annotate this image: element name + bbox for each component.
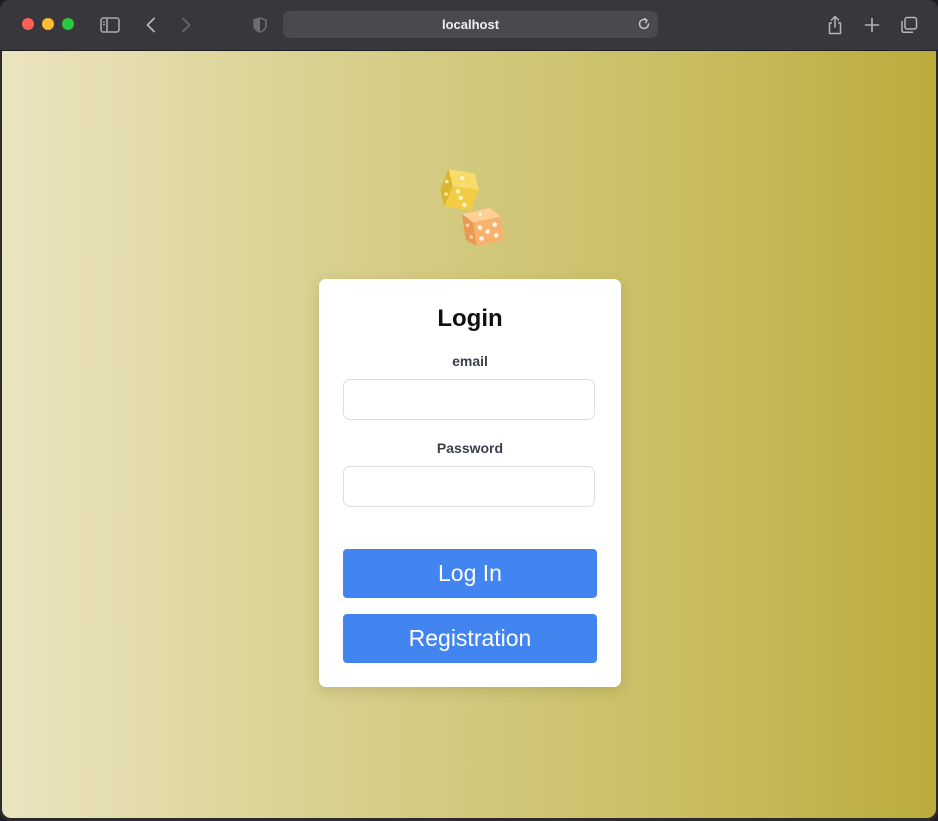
browser-window: localhost Login email Password Log In Re… <box>0 0 938 821</box>
back-icon[interactable] <box>139 13 163 37</box>
forward-icon[interactable] <box>174 13 198 37</box>
zoom-window-button[interactable] <box>62 18 74 30</box>
page-viewport: Login email Password Log In Registration <box>2 51 936 818</box>
share-icon[interactable] <box>823 13 847 37</box>
login-card: Login email Password Log In Registration <box>319 279 621 687</box>
password-label: Password <box>436 440 504 456</box>
shield-icon[interactable] <box>248 13 272 37</box>
sidebar-icon[interactable] <box>98 13 122 37</box>
browser-toolbar: localhost <box>0 0 938 51</box>
address-text: localhost <box>441 17 500 32</box>
address-bar[interactable]: localhost <box>283 11 658 38</box>
plus-icon[interactable] <box>860 13 884 37</box>
minimize-window-button[interactable] <box>42 18 54 30</box>
email-field[interactable] <box>343 379 595 420</box>
reload-icon[interactable] <box>636 16 652 32</box>
email-label: email <box>452 353 488 369</box>
registration-button[interactable]: Registration <box>343 614 597 663</box>
login-button[interactable]: Log In <box>343 549 597 598</box>
password-field[interactable] <box>343 466 595 507</box>
tabs-icon[interactable] <box>897 13 921 37</box>
close-window-button[interactable] <box>22 18 34 30</box>
dice-icon <box>434 165 510 251</box>
login-title: Login <box>437 305 503 332</box>
